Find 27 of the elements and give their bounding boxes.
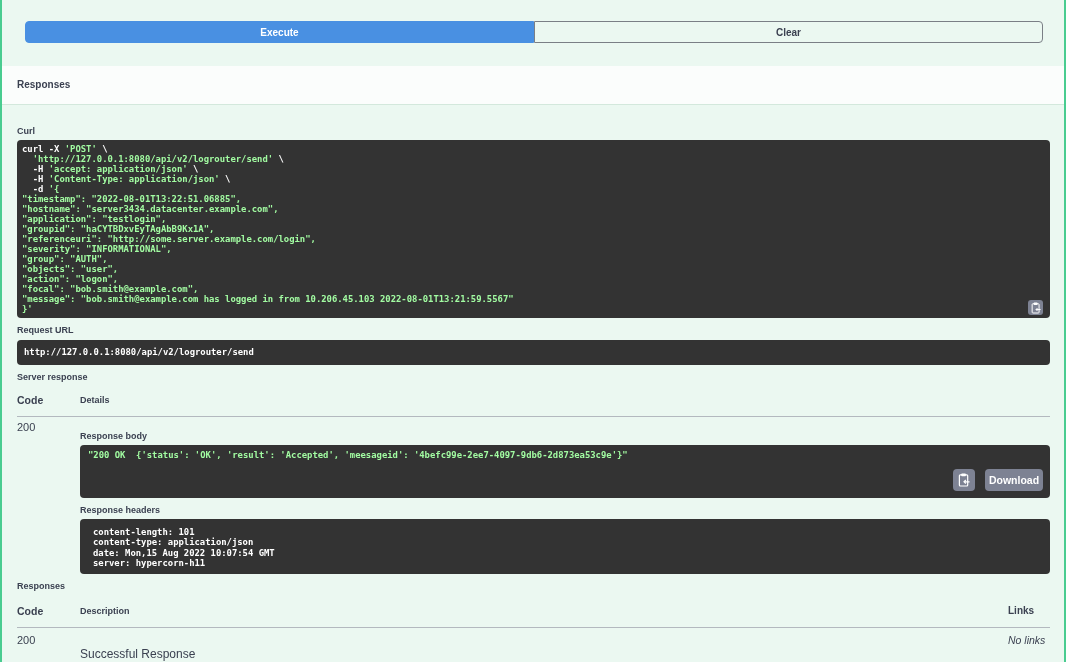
curl-label: Curl [17, 125, 36, 137]
copy-button[interactable] [953, 469, 975, 491]
response-body-text: "200 OK {'status': 'OK', 'result': 'Accepted', 'meesageid': '4befc99e-2ee7-4097-9db6-2d873ea53c9e'}" [88, 450, 629, 460]
request-url: http://127.0.0.1:8080/api/v2/logrouter/send [17, 340, 1050, 365]
column-header: Details [80, 394, 110, 405]
response-headers-label: Response headers [80, 504, 162, 516]
request-url-label: Request URL [17, 324, 75, 336]
download-button[interactable]: Download [985, 469, 1043, 491]
status-code: 200 [17, 420, 37, 435]
column-header: Code [17, 393, 45, 406]
copy-button[interactable] [1028, 300, 1043, 315]
execute-button[interactable]: Execute [25, 21, 534, 43]
responses-label: Responses [17, 580, 67, 592]
status-code: 200 [17, 633, 37, 648]
server-response-label: Server response [17, 371, 89, 383]
links-text: No links [1008, 633, 1047, 648]
response-body-label: Response body [80, 430, 148, 442]
clipboard-icon [958, 473, 970, 487]
column-header: Links [1008, 605, 1036, 616]
column-header: Description [80, 605, 131, 616]
response-headers: content-length: 101 content-type: application/json date: Mon,15 Aug 2022 10:07:54 GMT server: hypercorn-h11 [80, 519, 1050, 574]
curl-command: curl -X 'POST' \ 'http://127.0.0.1:8080/api/v2/logrouter/send' \ -H 'accept: application/json' \ -H 'Content-Type: application/json' \ -d '{ "timestamp": "2022-08-01T13:22:51.06885", "hostname": "server3434.datacenter.example.com", "application": "testlogin", "groupid": "haCYTBDxvEyTAgAbB9Kx1A", "referenceuri": "http://some.server.example.com/login", "severity": "INFORMATIONAL", "group": "AUTH", "objects": "user", "action": "logon", "focal": "bob.smith@example.com", "message": "bob.smith@example.com has logged in from 10.206.45.103 2022-08-01T13:21:59.5567" }' [22, 144, 514, 314]
clipboard-icon [1030, 301, 1041, 314]
clear-button[interactable]: Clear [534, 21, 1043, 43]
column-header: Code [17, 604, 45, 617]
response-description: Successful Response [80, 646, 197, 661]
section-title: Responses [17, 79, 71, 91]
